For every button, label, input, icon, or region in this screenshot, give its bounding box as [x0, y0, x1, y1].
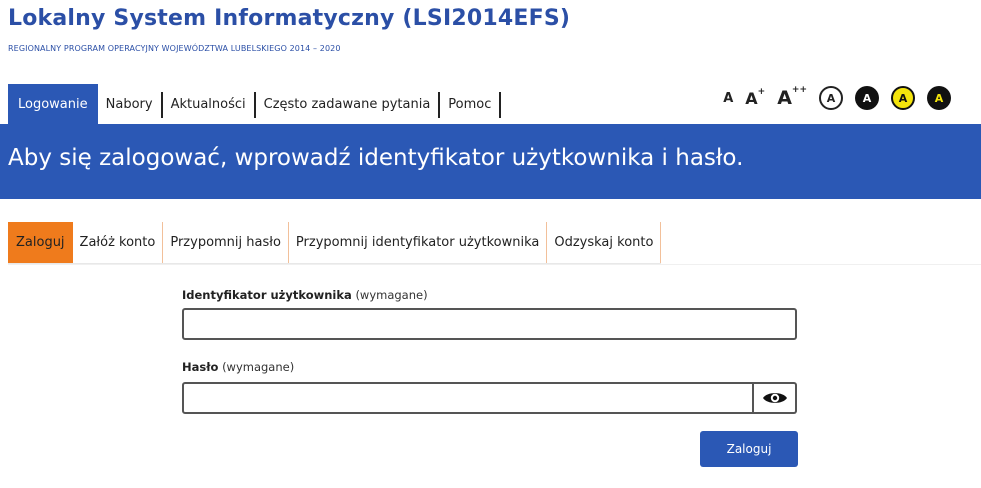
show-password-button[interactable] — [754, 382, 797, 414]
contrast-black-yellow-button[interactable]: A — [927, 86, 951, 110]
password-label-text: Hasło — [182, 360, 219, 374]
tab-odzyskaj-konto[interactable]: Odzyskaj konto — [547, 222, 662, 263]
contrast-yellow-black-button[interactable]: A — [891, 86, 915, 110]
font-size-larger-button[interactable]: A + — [745, 86, 766, 108]
nav-separator — [499, 92, 502, 118]
instruction-banner: Aby się zalogować, wprowadź identyfikato… — [0, 124, 981, 199]
nav-item-faq[interactable]: Często zadawane pytania — [256, 84, 439, 124]
contrast-black-white-button[interactable]: A — [855, 86, 879, 110]
font-size-largest-label: A — [777, 87, 792, 109]
font-size-largest-sup: ++ — [791, 85, 807, 95]
nav-item-nabory[interactable]: Nabory — [98, 84, 161, 124]
nav-item-aktualnosci[interactable]: Aktualności — [163, 84, 254, 124]
accessibility-toolbar: A A + A ++ A A A A — [723, 84, 951, 112]
password-label: Hasło (wymagane) — [182, 360, 294, 374]
nav-item-pomoc[interactable]: Pomoc — [440, 84, 499, 124]
font-size-default-button[interactable]: A — [723, 91, 733, 106]
tab-zaloz-konto[interactable]: Załóż konto — [72, 222, 164, 263]
password-required-note: (wymagane) — [222, 360, 295, 374]
tab-przypomnij-identyfikator[interactable]: Przypomnij identyfikator użytkownika — [288, 222, 548, 263]
app-subtitle: REGIONALNY PROGRAM OPERACYJNY WOJEWÓDZTW… — [8, 44, 341, 53]
font-size-largest-button[interactable]: A ++ — [777, 85, 807, 109]
username-label: Identyfikator użytkownika (wymagane) — [182, 288, 428, 302]
username-label-text: Identyfikator użytkownika — [182, 288, 352, 302]
contrast-default-button[interactable]: A — [819, 86, 843, 110]
nav-item-logowanie[interactable]: Logowanie — [8, 84, 98, 124]
top-navigation: Logowanie Nabory Aktualności Często zada… — [8, 84, 502, 124]
font-size-default-label: A — [723, 90, 734, 106]
font-size-larger-label: A — [745, 88, 758, 108]
password-input[interactable] — [182, 382, 754, 414]
login-submit-button[interactable]: Zaloguj — [700, 431, 798, 467]
font-size-larger-sup: + — [757, 86, 766, 97]
login-panel — [8, 264, 981, 480]
app-title: Lokalny System Informatyczny (LSI2014EFS… — [8, 6, 571, 31]
tab-zaloguj[interactable]: Zaloguj — [8, 222, 73, 263]
tab-przypomnij-haslo[interactable]: Przypomnij hasło — [163, 222, 289, 263]
eye-icon — [762, 393, 787, 403]
username-input[interactable] — [182, 308, 797, 340]
username-required-note: (wymagane) — [355, 288, 428, 302]
login-tabs: Zaloguj Załóż konto Przypomnij hasło Prz… — [8, 222, 662, 264]
